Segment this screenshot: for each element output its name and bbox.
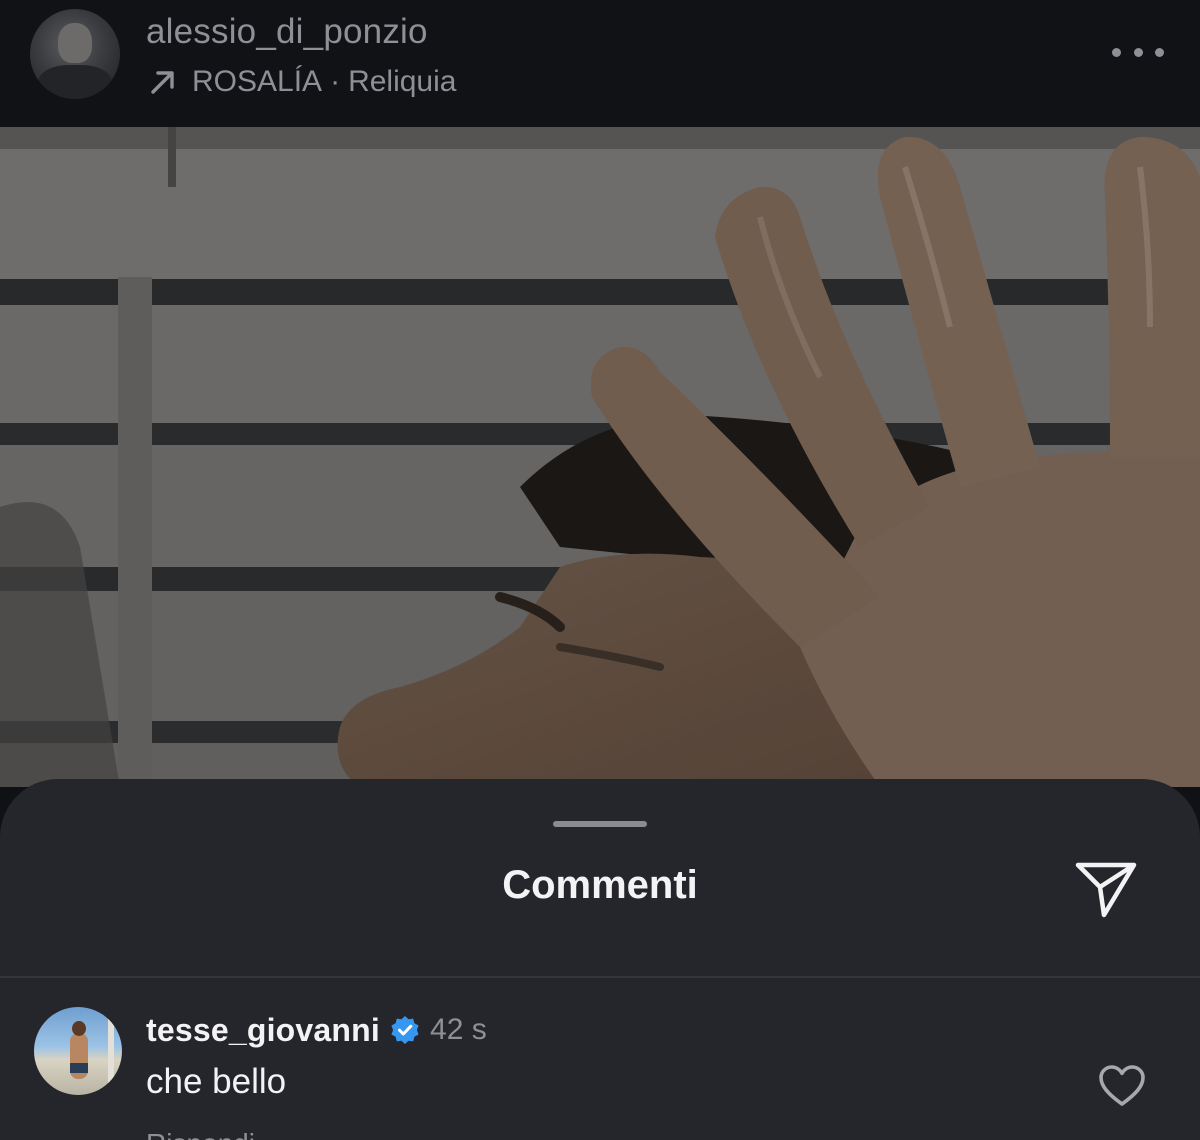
avatar-face: [58, 23, 92, 63]
comment-item: tesse_giovanni 42 s che bello Rispondi: [0, 978, 1200, 1140]
instagram-post-screen: alessio_di_ponzio ROSALÍA · Reliquia Com…: [0, 0, 1200, 1140]
verified-badge-icon: [391, 1016, 419, 1044]
comment-text: che bello: [146, 1062, 287, 1101]
comment-time: 42 s: [430, 1013, 487, 1046]
author-avatar[interactable]: [30, 9, 120, 99]
music-separator: ·: [330, 65, 341, 98]
sheet-title: Commenti: [502, 863, 698, 907]
commenter-avatar[interactable]: [34, 1007, 122, 1095]
sheet-grabber[interactable]: [553, 821, 647, 827]
music-artist: ROSALÍA: [192, 65, 323, 98]
music-track: Reliquia: [348, 65, 457, 98]
more-horizontal-icon[interactable]: [1112, 38, 1164, 66]
heart-icon[interactable]: [1098, 1064, 1146, 1108]
avatar-figure-head: [72, 1021, 86, 1036]
reply-button[interactable]: Rispondi: [146, 1128, 255, 1140]
commenter-username[interactable]: tesse_giovanni: [146, 1012, 380, 1049]
more-dot: [1112, 47, 1121, 57]
photo-illustration: [0, 127, 1200, 787]
music-attribution[interactable]: ROSALÍA · Reliquia: [146, 62, 456, 102]
comment-meta: tesse_giovanni 42 s: [146, 1008, 487, 1052]
arrow-up-right-icon: [151, 71, 174, 94]
avatar-figure-shorts: [70, 1063, 88, 1073]
avatar-shoulders: [38, 65, 112, 99]
more-dot: [1155, 47, 1164, 57]
post-header: alessio_di_ponzio ROSALÍA · Reliquia: [0, 0, 1200, 127]
avatar-bg-pole: [108, 1017, 114, 1087]
author-username[interactable]: alessio_di_ponzio: [146, 12, 428, 52]
send-icon[interactable]: [1072, 857, 1140, 921]
comments-sheet: Commenti tesse_giovanni 42 s che bello R: [0, 779, 1200, 1140]
post-photo[interactable]: [0, 127, 1200, 787]
more-dot: [1133, 47, 1143, 57]
